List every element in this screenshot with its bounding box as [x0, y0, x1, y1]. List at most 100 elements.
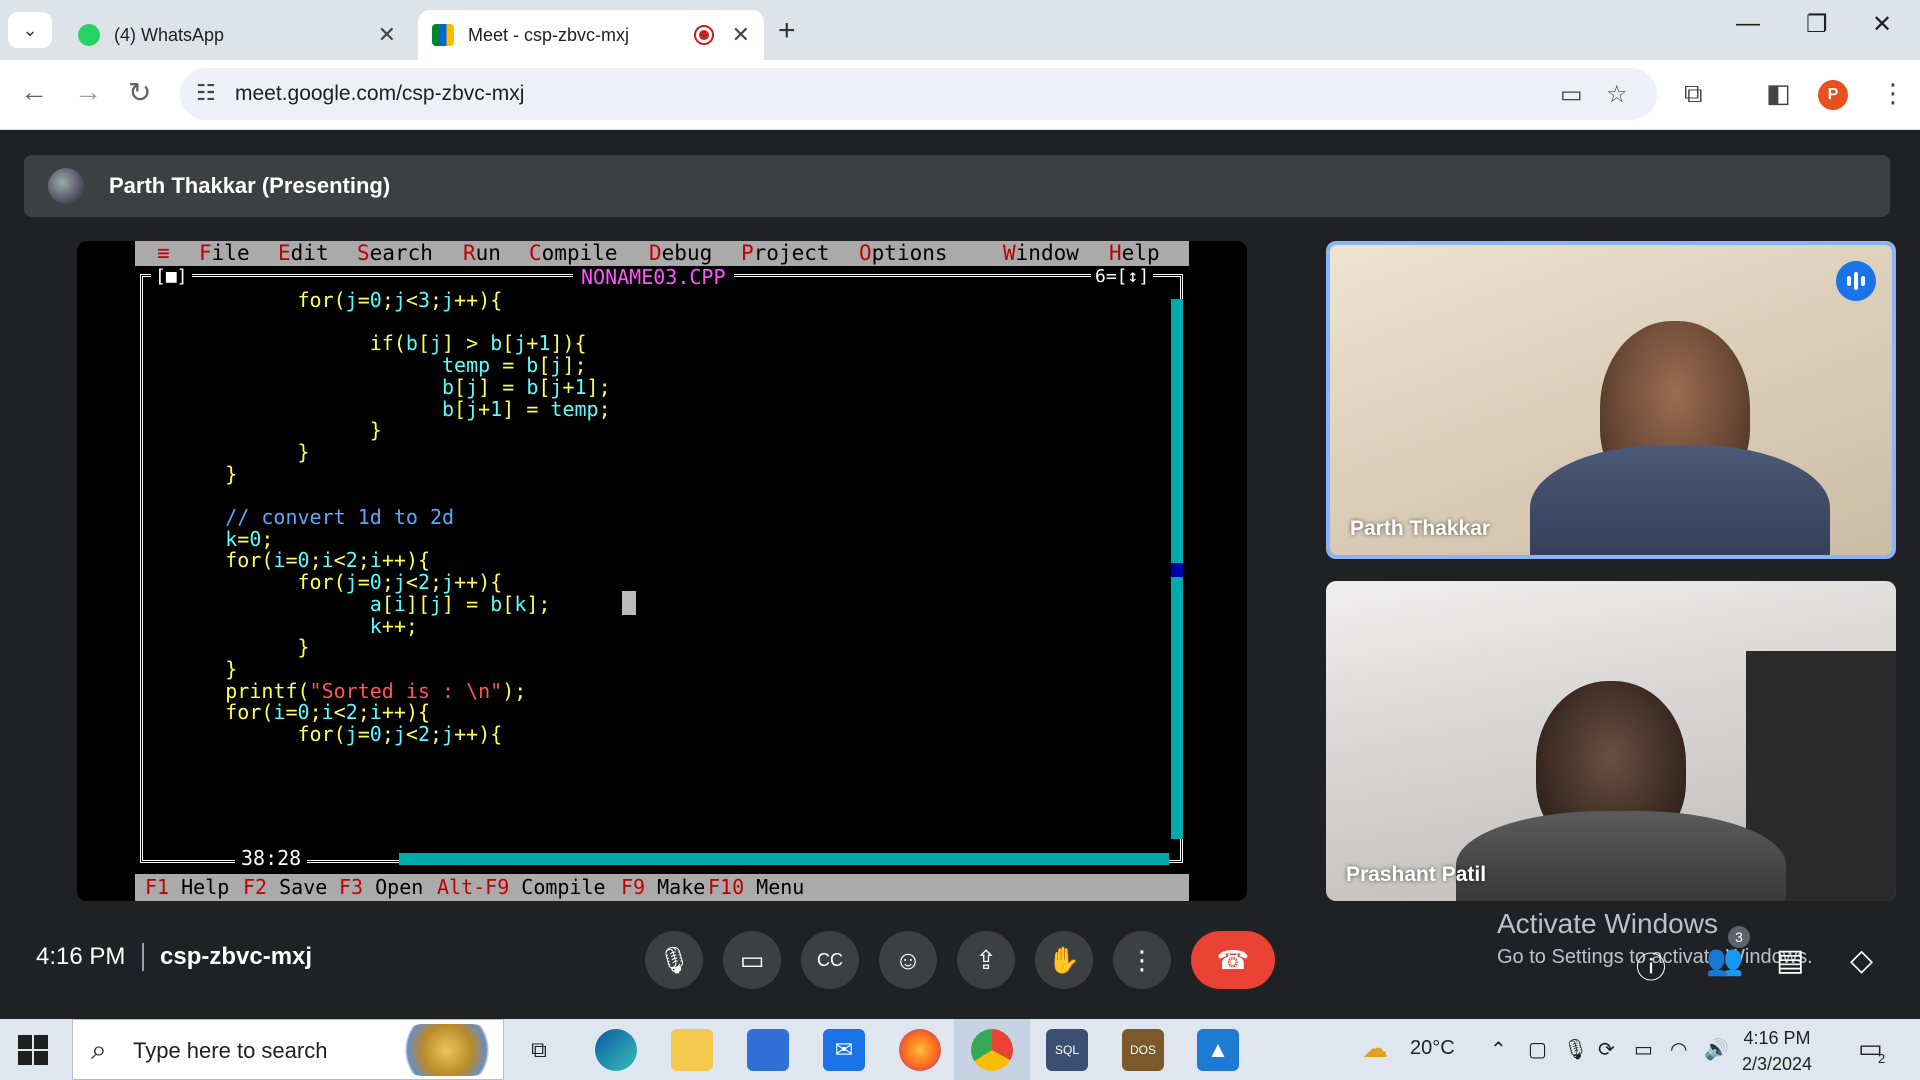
function-key-f3[interactable]: F3 Open	[339, 874, 423, 901]
present-screen-icon: ⇪	[975, 944, 997, 975]
ide-menu-debug[interactable]: Debug	[649, 241, 712, 266]
microphone-button[interactable]: 🎙	[645, 931, 703, 989]
participant-tile[interactable]: Prashant Patil	[1326, 581, 1896, 901]
function-key-f1[interactable]: F1 Help	[145, 874, 229, 901]
forward-button[interactable]: →	[74, 76, 102, 108]
notification-count: 2	[1878, 1051, 1886, 1066]
task-view-icon[interactable]: ⧉	[518, 1029, 560, 1071]
code-line: a[i][j] = b[k];	[369, 591, 551, 616]
window-close-button[interactable]: ✕	[1872, 10, 1892, 39]
back-button[interactable]: ←	[20, 76, 48, 108]
photos-icon[interactable]: ▲	[1197, 1029, 1239, 1071]
microphone-tray-icon[interactable]: 🎙	[1563, 1037, 1588, 1062]
function-key-f10[interactable]: F10 Menu	[708, 874, 804, 901]
ide-menu-search[interactable]: Search	[357, 241, 433, 266]
file-explorer-icon[interactable]	[671, 1029, 713, 1071]
code-editor[interactable]: for(j=0;j<3;j++){ if(b[j] > b[j+1]){ tem…	[153, 289, 1163, 855]
window-close-box[interactable]: [■]	[151, 267, 192, 287]
ide-menu-window[interactable]: Window	[1003, 241, 1079, 266]
site-settings-icon[interactable]: ☷	[196, 80, 216, 106]
tab-title: Meet - csp-zbvc-mxj	[468, 24, 630, 45]
store-icon[interactable]	[747, 1029, 789, 1071]
meeting-info-icon[interactable]: ⓘ	[1636, 943, 1666, 987]
ide-menu-project[interactable]: Project	[741, 241, 830, 266]
divider	[142, 943, 144, 971]
chevron-up-icon[interactable]: ⌃	[1490, 1037, 1507, 1062]
dosbox-icon[interactable]: DOS	[1122, 1029, 1164, 1071]
sync-icon[interactable]: ⟳	[1598, 1037, 1615, 1062]
chrome-icon[interactable]	[971, 1029, 1013, 1071]
ide-menu-run[interactable]: Run	[463, 241, 501, 266]
sql-app-icon[interactable]: SQL	[1046, 1029, 1088, 1071]
function-key-bar: F1 Help F2 Save F3 Open Alt-F9 Compile F9 Ma…	[135, 874, 1189, 901]
function-key-alt-f9[interactable]: Alt-F9 Compile	[437, 874, 606, 901]
system-clock[interactable]: 4:16 PM 2/3/2024	[1742, 1025, 1812, 1077]
code-line: for(i=0;i<2;i++){	[225, 700, 431, 725]
chevron-down-icon: ⌄	[22, 19, 38, 40]
scrollbar-thumb[interactable]	[1171, 563, 1183, 577]
camera-in-use-icon[interactable]: ▭	[1560, 80, 1583, 109]
restore-button[interactable]: ❐	[1806, 10, 1828, 39]
close-icon[interactable]: ✕	[732, 22, 750, 48]
reactions-button[interactable]: ☺	[879, 931, 937, 989]
tab-meet[interactable]: Meet - csp-zbvc-mxj ✕	[418, 10, 764, 60]
minimize-button[interactable]: —	[1736, 10, 1760, 38]
meet-stage: Parth Thakkar (Presenting) ≡ File Edit S…	[0, 131, 1920, 1019]
leave-call-button[interactable]: ☎	[1191, 931, 1275, 989]
more-options-button[interactable]: ⋮	[1113, 931, 1171, 989]
present-button[interactable]: ⇪	[957, 931, 1015, 989]
code-line: temp = b[j];	[441, 353, 587, 378]
camera-button[interactable]: ▭	[723, 931, 781, 989]
bookmark-star-icon[interactable]: ☆	[1606, 80, 1628, 109]
search-icon: ⌕	[91, 1034, 107, 1065]
horizontal-scrollbar[interactable]	[399, 853, 1169, 865]
code-line: for(j=0;j<2;j++){	[297, 570, 503, 595]
weather-icon[interactable]: ☁	[1362, 1033, 1388, 1064]
presenter-banner: Parth Thakkar (Presenting)	[24, 155, 1890, 217]
code-line: for(i=0;i<2;i++){	[225, 548, 431, 573]
code-line: }	[369, 418, 382, 443]
participant-tile[interactable]: Parth Thakkar	[1326, 241, 1896, 559]
new-tab-button[interactable]: +	[778, 14, 796, 48]
firefox-icon[interactable]	[899, 1029, 941, 1071]
extensions-icon[interactable]: ⧉	[1684, 78, 1703, 110]
chat-icon[interactable]: ▤	[1776, 943, 1804, 978]
function-key-f2[interactable]: F2 Save	[243, 874, 327, 901]
close-icon[interactable]: ✕	[378, 22, 396, 48]
tab-search-button[interactable]: ⌄	[8, 12, 52, 48]
people-icon[interactable]: 👥	[1706, 943, 1743, 978]
mail-icon[interactable]: ✉	[823, 1029, 865, 1071]
raise-hand-button[interactable]: ✋	[1035, 931, 1093, 989]
ide-system-menu[interactable]: ≡	[157, 241, 170, 266]
cursor-position: 38:28	[235, 847, 308, 869]
more-vert-icon: ⋮	[1129, 944, 1155, 975]
address-bar[interactable]: ☷ meet.google.com/csp-zbvc-mxj ▭ ☆	[180, 68, 1657, 120]
speaker-icon[interactable]: 🔊	[1704, 1037, 1729, 1062]
clock-date: 2/3/2024	[1742, 1054, 1813, 1074]
url-text[interactable]: meet.google.com/csp-zbvc-mxj	[235, 82, 524, 106]
code-line: // convert 1d to 2d	[153, 505, 455, 529]
windows-start-icon[interactable]	[18, 1035, 48, 1065]
meet-tray-icon[interactable]: ▢	[1528, 1037, 1547, 1062]
ide-menu-compile[interactable]: Compile	[529, 241, 618, 266]
activities-icon[interactable]: ◇	[1850, 943, 1873, 978]
chrome-menu-icon[interactable]: ⋮	[1880, 78, 1906, 109]
edge-icon[interactable]	[595, 1029, 637, 1071]
reload-button[interactable]: ↻	[128, 76, 151, 109]
ide-menu-help[interactable]: Help	[1109, 241, 1160, 266]
window-number-zoom[interactable]: 6=[↕]	[1091, 267, 1154, 287]
taskbar-search[interactable]: ⌕ Type here to search	[72, 1019, 504, 1080]
ide-menu-file[interactable]: File	[199, 241, 250, 266]
captions-button[interactable]: CC	[801, 931, 859, 989]
wifi-icon[interactable]: ◠	[1670, 1037, 1687, 1062]
side-panel-icon[interactable]: ◧	[1766, 78, 1791, 109]
function-key-f9[interactable]: F9 Make	[621, 874, 705, 901]
weather-temperature[interactable]: 20°C	[1410, 1037, 1455, 1060]
profile-avatar[interactable]: P	[1818, 80, 1848, 110]
tab-whatsapp[interactable]: (4) WhatsApp ✕	[64, 10, 410, 60]
tab-title: (4) WhatsApp	[114, 24, 225, 45]
ide-menu-options[interactable]: Options	[859, 241, 948, 266]
battery-icon[interactable]: ▭	[1634, 1037, 1653, 1062]
ide-menu-edit[interactable]: Edit	[278, 241, 329, 266]
recording-icon	[693, 25, 714, 45]
